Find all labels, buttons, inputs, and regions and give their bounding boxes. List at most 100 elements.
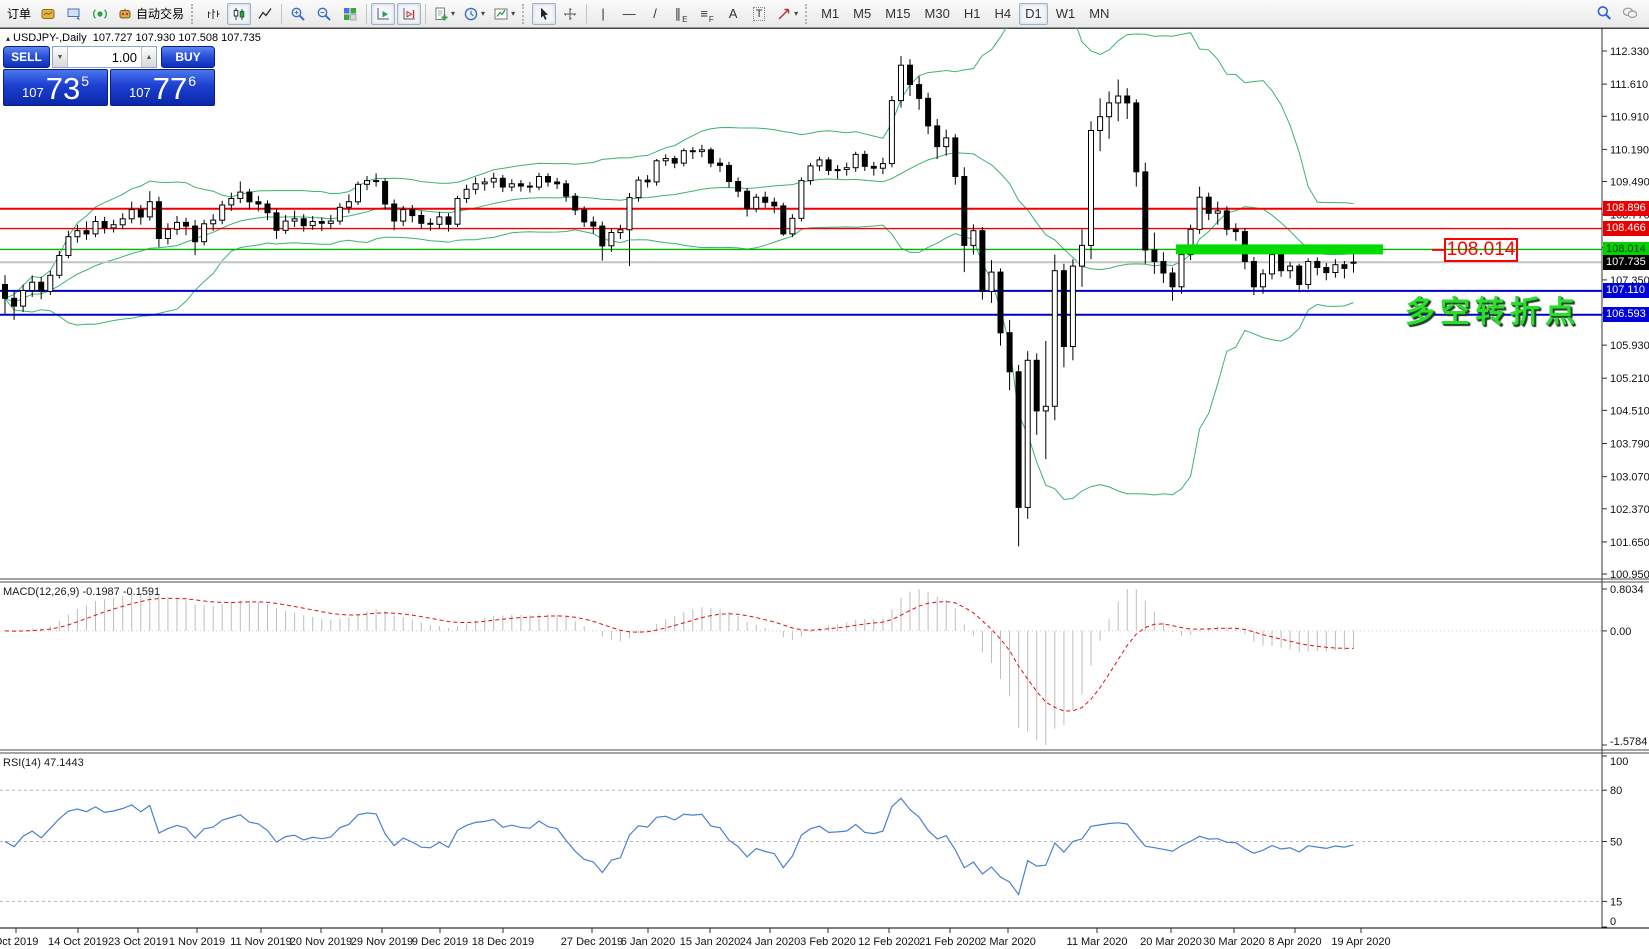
sell-price-big: 73 xyxy=(46,74,80,103)
timeframe-d1[interactable]: D1 xyxy=(1019,3,1048,25)
timeframe-m15[interactable]: M15 xyxy=(879,3,916,25)
macd-indicator-label: MACD(12,26,9) -0.1987 -0.1591 xyxy=(3,586,160,598)
shapes-icon xyxy=(776,6,792,22)
timeframe-m15-glyph: M15 xyxy=(885,6,910,21)
tile-windows-button[interactable] xyxy=(338,3,362,25)
vertical-line-button[interactable]: | xyxy=(591,3,615,25)
data-window-button[interactable] xyxy=(62,3,86,25)
channel-button[interactable]: ∥E xyxy=(669,3,693,25)
price-callout-108014[interactable]: 108.014 xyxy=(1444,238,1518,262)
sell-price-display[interactable]: 107 73 5 xyxy=(3,69,108,106)
search-icon xyxy=(1596,5,1612,21)
horizontal-line-button-glyph: — xyxy=(623,6,636,21)
text-button-glyph: A xyxy=(729,6,738,21)
time-scale[interactable] xyxy=(0,929,1602,949)
price-scale[interactable] xyxy=(1602,28,1649,928)
volume-up-button[interactable]: ▲ xyxy=(141,47,156,67)
timeframe-h1-glyph: H1 xyxy=(964,6,981,21)
crosshair-button[interactable] xyxy=(558,3,582,25)
text-label-button-glyph: T xyxy=(753,7,766,21)
timeframe-m5-glyph: M5 xyxy=(853,6,871,21)
periods-button[interactable]: ▾ xyxy=(460,3,488,25)
timeframe-m30[interactable]: M30 xyxy=(919,3,956,25)
volume-down-button[interactable]: ▼ xyxy=(53,47,68,67)
text-button[interactable]: A xyxy=(721,3,745,25)
caret-down-icon: ▾ xyxy=(511,9,515,18)
chart-symbol: USDJPY-,Daily xyxy=(13,32,87,44)
fibonacci-button[interactable]: ≡F xyxy=(695,3,719,25)
template-icon xyxy=(493,6,509,22)
timeframe-m1-glyph: M1 xyxy=(821,6,839,21)
toolbar-grip[interactable] xyxy=(522,4,526,24)
new-order-button[interactable]: 订单 xyxy=(1,3,34,25)
sell-button[interactable]: SELL xyxy=(3,46,50,68)
zoom-in-icon xyxy=(290,6,306,22)
candlestick-button[interactable] xyxy=(227,3,251,25)
chart-canvas[interactable]: 112.330111.610110.910110.190109.490108.7… xyxy=(0,0,1649,949)
toolbar-grip[interactable] xyxy=(805,4,809,24)
crosshair-icon xyxy=(562,6,578,22)
timeframe-m5[interactable]: M5 xyxy=(847,3,877,25)
zoom-in-button[interactable] xyxy=(286,3,310,25)
timeframe-w1[interactable]: W1 xyxy=(1050,3,1082,25)
trendline-button[interactable]: / xyxy=(643,3,667,25)
toolbar-grip[interactable] xyxy=(191,4,195,24)
volume-input[interactable] xyxy=(68,47,141,67)
horizontal-line-button[interactable]: — xyxy=(617,3,641,25)
main-toolbar: 订单自动交易▾▾▾|—/∥E≡FAT▾M1M5M15M30H1H4D1W1MN xyxy=(0,0,1649,28)
bar-chart-button[interactable] xyxy=(201,3,225,25)
timeframe-h4-glyph: H4 xyxy=(994,6,1011,21)
channel-button-sub: E xyxy=(682,15,687,24)
chat-button[interactable] xyxy=(1618,2,1642,24)
shapes-button[interactable]: ▾ xyxy=(773,3,801,25)
template-button[interactable]: ▾ xyxy=(490,3,518,25)
signal-button[interactable] xyxy=(88,3,112,25)
volume-stepper: ▼ ▲ xyxy=(52,46,157,68)
chart-shift-button[interactable] xyxy=(397,3,421,25)
rsi-name: RSI(14) xyxy=(3,757,41,769)
zoom-out-icon xyxy=(316,6,332,22)
vertical-line-button-glyph: | xyxy=(601,6,604,21)
timeframe-m30-glyph: M30 xyxy=(925,6,950,21)
timeframe-m1[interactable]: M1 xyxy=(815,3,845,25)
buy-price-big: 77 xyxy=(153,74,187,103)
autotrade-button[interactable]: 自动交易 xyxy=(114,3,187,25)
autotrade-icon xyxy=(117,6,133,22)
market-watch-icon xyxy=(40,6,56,22)
bar-chart-icon xyxy=(205,6,221,22)
channel-button-glyph: ∥ xyxy=(675,6,682,22)
line-chart-icon xyxy=(257,6,273,22)
timeframe-h1[interactable]: H1 xyxy=(958,3,987,25)
tile-windows-icon xyxy=(342,6,358,22)
macd-name: MACD(12,26,9) xyxy=(3,586,79,598)
buy-price-sup: 6 xyxy=(188,73,196,89)
trendline-button-glyph: / xyxy=(653,6,657,21)
sell-price-sup: 5 xyxy=(81,73,89,89)
macd-values: -0.1987 -0.1591 xyxy=(82,586,160,598)
chart-title: ▴USDJPY-,Daily 107.727 107.930 107.508 1… xyxy=(6,32,261,44)
timeframe-mn[interactable]: MN xyxy=(1083,3,1115,25)
fibonacci-button-sub: F xyxy=(709,15,714,24)
search-button[interactable] xyxy=(1592,2,1616,24)
cursor-button[interactable] xyxy=(532,3,556,25)
toolbar-separator xyxy=(366,4,367,24)
sell-price-prefix: 107 xyxy=(22,85,44,100)
one-click-trade-panel: SELL ▼ ▲ BUY 107 73 5 107 77 6 xyxy=(3,46,215,107)
candlestick-icon xyxy=(231,6,247,22)
chart-ohlc-values: 107.727 107.930 107.508 107.735 xyxy=(93,32,261,44)
text-label-button[interactable]: T xyxy=(747,3,771,25)
timeframe-mn-glyph: MN xyxy=(1089,6,1109,21)
buy-price-prefix: 107 xyxy=(129,85,151,100)
line-chart-button[interactable] xyxy=(253,3,277,25)
market-watch-button[interactable] xyxy=(36,3,60,25)
new-chart-icon xyxy=(433,6,449,22)
zoom-out-button[interactable] xyxy=(312,3,336,25)
caret-down-icon: ▾ xyxy=(481,9,485,18)
new-chart-button[interactable]: ▾ xyxy=(430,3,458,25)
auto-scroll-button[interactable] xyxy=(371,3,395,25)
buy-button[interactable]: BUY xyxy=(161,46,215,68)
buy-price-display[interactable]: 107 77 6 xyxy=(110,69,215,106)
turning-point-note[interactable]: 多空转折点 xyxy=(1405,287,1580,331)
timeframe-h4[interactable]: H4 xyxy=(988,3,1017,25)
caret-down-icon: ▾ xyxy=(451,9,455,18)
